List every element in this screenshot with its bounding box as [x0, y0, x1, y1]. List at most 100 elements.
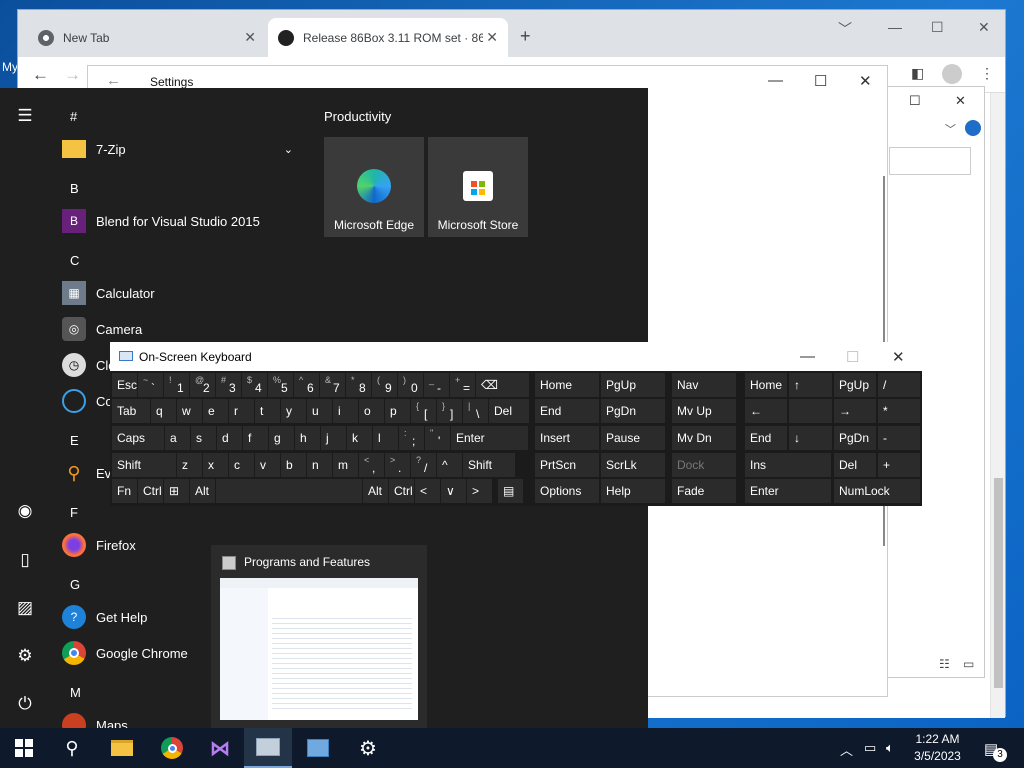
key-symbol[interactable]: }] — [437, 399, 462, 423]
minimize-button[interactable]: — — [768, 72, 783, 89]
tile-microsoft-store[interactable]: Microsoft Store — [428, 137, 528, 237]
key-shift[interactable]: Shift — [112, 453, 176, 477]
key-home[interactable]: Home — [745, 373, 787, 397]
maximize-button[interactable]: ☐ — [931, 19, 944, 36]
key-4[interactable]: $4 — [242, 373, 267, 397]
key-shift[interactable]: Shift — [463, 453, 515, 477]
group-header-e[interactable]: E — [70, 433, 79, 448]
key-x[interactable]: x — [203, 453, 228, 477]
key-symbol[interactable]: / — [878, 373, 920, 397]
key-symbol[interactable]: * — [878, 399, 920, 423]
key-i[interactable]: i — [333, 399, 358, 423]
system-clock[interactable]: 1:22 AM 3/5/2023 — [910, 731, 965, 765]
key-m[interactable]: m — [333, 453, 358, 477]
key-k[interactable]: k — [347, 426, 372, 450]
key-symbol[interactable]: ← — [745, 399, 787, 423]
key-pgup[interactable]: PgUp — [601, 373, 665, 397]
group-header-c[interactable]: C — [70, 253, 79, 268]
key-pause[interactable]: Pause — [601, 426, 665, 450]
group-header-g[interactable]: G — [70, 577, 80, 592]
settings-gear-icon[interactable]: ⚙ — [344, 728, 392, 768]
key-pgdn[interactable]: PgDn — [834, 426, 876, 450]
key-6[interactable]: ^ 6 — [294, 373, 319, 397]
back-arrow-icon[interactable]: ← — [106, 72, 121, 89]
search-input[interactable] — [889, 147, 971, 175]
key-help[interactable]: Help — [601, 479, 665, 503]
key-b[interactable]: b — [281, 453, 306, 477]
key-options[interactable]: Options — [535, 479, 599, 503]
tab-new-tab[interactable]: New Tab ✕ — [28, 18, 266, 57]
key-symbol[interactable] — [216, 479, 362, 503]
key-d[interactable]: d — [217, 426, 242, 450]
key-p[interactable]: p — [385, 399, 410, 423]
key-tab[interactable]: Tab — [112, 399, 150, 423]
key-symbol[interactable]: ~ ` — [138, 373, 163, 397]
key-j[interactable]: j — [321, 426, 346, 450]
key-ctrl[interactable]: Ctrl — [389, 479, 414, 503]
desktop-icon-label[interactable]: My — [2, 60, 18, 74]
documents-icon[interactable]: ▯ — [0, 550, 50, 570]
key-dock[interactable]: Dock — [672, 453, 736, 477]
key-symbol[interactable]: ↓ — [789, 426, 832, 450]
key-h[interactable]: h — [295, 426, 320, 450]
key-enter[interactable]: Enter — [745, 479, 831, 503]
settings-gear-icon[interactable]: ⚙ — [0, 646, 50, 666]
key-symbol[interactable]: ? / — [411, 453, 436, 477]
chevron-down-icon[interactable]: ﹀ — [945, 121, 956, 137]
key-symbol[interactable]: → — [834, 399, 876, 423]
key-l[interactable]: l — [373, 426, 398, 450]
page-scrollbar[interactable] — [990, 93, 1005, 718]
key-mvup[interactable]: Mv Up — [672, 399, 736, 423]
control-panel-taskbar-icon[interactable] — [294, 728, 342, 768]
key-symbol[interactable]: < — [415, 479, 440, 503]
key-3[interactable]: #3 — [216, 373, 241, 397]
key-del[interactable]: Del — [834, 453, 876, 477]
key-nav[interactable]: Nav — [672, 373, 736, 397]
key-fade[interactable]: Fade — [672, 479, 736, 503]
network-icon[interactable]: ▭ — [864, 740, 876, 756]
key-enter[interactable]: Enter — [451, 426, 528, 450]
key-insert[interactable]: Insert — [535, 426, 599, 450]
user-account-icon[interactable]: ◉ — [0, 501, 50, 521]
view-details-icon[interactable]: ☷ — [939, 657, 950, 671]
key-f[interactable]: f — [243, 426, 268, 450]
key-scrlk[interactable]: ScrLk — [601, 453, 665, 477]
key-symbol[interactable]: | \ — [463, 399, 488, 423]
key-symbol[interactable]: " ' — [425, 426, 450, 450]
key-alt[interactable]: Alt — [190, 479, 215, 503]
key-symbol[interactable]: _ - — [424, 373, 449, 397]
help-icon[interactable] — [965, 120, 981, 136]
close-button[interactable]: ✕ — [978, 19, 990, 36]
key-end[interactable]: End — [535, 399, 599, 423]
key-symbol[interactable]: ⌫ — [476, 373, 529, 397]
key-q[interactable]: q — [151, 399, 176, 423]
key-end[interactable]: End — [745, 426, 787, 450]
maximize-button[interactable]: ☐ — [846, 348, 859, 366]
group-header-m[interactable]: M — [70, 685, 81, 700]
close-button[interactable]: ✕ — [892, 348, 905, 366]
key-5[interactable]: % 5 — [268, 373, 293, 397]
key-symbol[interactable]: + — [878, 453, 920, 477]
key-s[interactable]: s — [191, 426, 216, 450]
key-t[interactable]: t — [255, 399, 280, 423]
visual-studio-icon[interactable]: ⋈ — [196, 728, 244, 768]
key-e[interactable]: e — [203, 399, 228, 423]
programs-features-taskbar-icon[interactable] — [244, 728, 292, 768]
key-u[interactable]: u — [307, 399, 332, 423]
app-calculator[interactable]: ▦ Calculator — [62, 275, 307, 311]
chevron-up-icon[interactable]: ︿ — [840, 740, 853, 759]
maximize-button[interactable]: ☐ — [909, 93, 921, 109]
pictures-icon[interactable]: ▨ — [0, 598, 50, 618]
start-button[interactable] — [0, 728, 48, 768]
key-ctrl[interactable]: Ctrl — [138, 479, 163, 503]
key-2[interactable]: @2 — [190, 373, 215, 397]
key-o[interactable]: o — [359, 399, 384, 423]
key-caps[interactable]: Caps — [112, 426, 164, 450]
group-header-hash[interactable]: # — [70, 109, 77, 124]
key-7[interactable]: & 7 — [320, 373, 345, 397]
key-symbol[interactable]: >. — [385, 453, 410, 477]
key-w[interactable]: w — [177, 399, 202, 423]
key-alt[interactable]: Alt — [363, 479, 388, 503]
key-symbol[interactable]: ∨ — [441, 479, 466, 503]
key-symbol[interactable]: + = — [450, 373, 475, 397]
